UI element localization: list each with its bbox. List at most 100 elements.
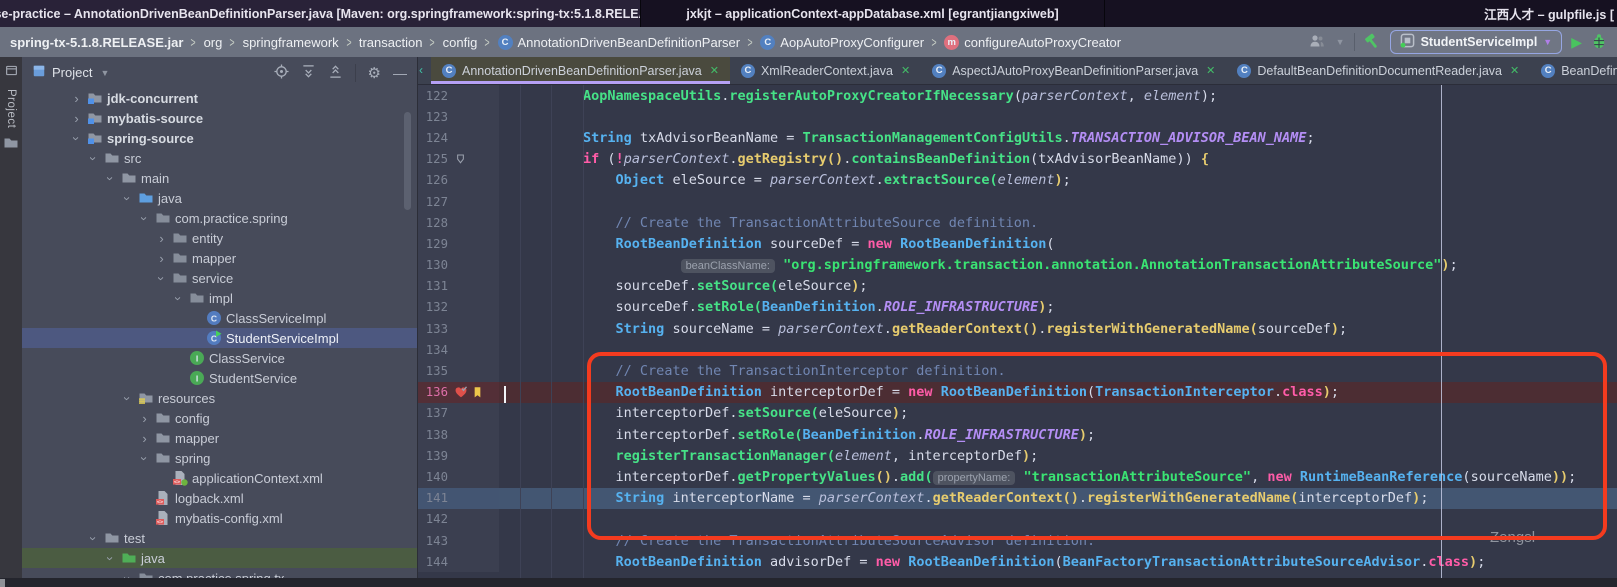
- editor-line-129[interactable]: 129 RootBeanDefinition sourceDef = new R…: [418, 233, 1617, 254]
- chevron-closed-icon[interactable]: ›: [70, 111, 83, 126]
- tab-AnnotationDrivenBeanDefinitionParser.java[interactable]: CAnnotationDrivenBeanDefinitionParser.ja…: [431, 57, 730, 84]
- tree-row-test[interactable]: ›test: [22, 528, 417, 548]
- editor-line-134[interactable]: 134: [418, 339, 1617, 360]
- line-number[interactable]: 127: [418, 195, 448, 209]
- editor-line-133[interactable]: 133 String sourceName = parserContext.ge…: [418, 318, 1617, 339]
- chevron-open-icon[interactable]: ›: [120, 192, 135, 205]
- tree-row-config[interactable]: ›config: [22, 408, 417, 428]
- expand-all-icon[interactable]: [301, 64, 316, 82]
- line-number[interactable]: 138: [418, 428, 448, 442]
- chevron-open-icon[interactable]: ›: [137, 452, 152, 465]
- run-play-icon[interactable]: ▶: [1571, 34, 1582, 51]
- window-title-third[interactable]: 江西人才 – gulpfile.js [: [1105, 0, 1617, 27]
- breadcrumb-item-transaction[interactable]: transaction: [357, 33, 425, 52]
- run-configuration-select[interactable]: StudentServiceImpl ▼: [1390, 30, 1563, 54]
- users-icon[interactable]: [1309, 33, 1325, 52]
- line-number[interactable]: 128: [418, 216, 448, 230]
- editor-line-122[interactable]: 122 AopNamespaceUtils.registerAutoProxyC…: [418, 85, 1617, 106]
- breadcrumb-item-AnnotationDrivenBeanDefinitionParser[interactable]: CAnnotationDrivenBeanDefinitionParser: [496, 33, 743, 52]
- collapse-all-icon[interactable]: [328, 64, 343, 82]
- chevron-closed-icon[interactable]: ›: [138, 431, 151, 446]
- line-number[interactable]: 136: [418, 385, 448, 399]
- line-number[interactable]: 129: [418, 237, 448, 251]
- chevron-open-icon[interactable]: ›: [120, 392, 135, 405]
- breadcrumb-item-springframework[interactable]: springframework: [241, 33, 341, 52]
- tab-scroll-icon[interactable]: ‹: [419, 63, 423, 77]
- project-view-title[interactable]: Project: [52, 65, 92, 80]
- tree-row-java[interactable]: ›java: [22, 548, 417, 568]
- tree-row-ClassService[interactable]: IClassService: [22, 348, 417, 368]
- chevron-open-icon[interactable]: ›: [137, 212, 152, 225]
- chevron-down-icon[interactable]: ▼: [100, 68, 109, 78]
- breadcrumb-item-AopAutoProxyConfigurer[interactable]: CAopAutoProxyConfigurer: [758, 33, 926, 52]
- close-icon[interactable]: ✕: [901, 64, 910, 77]
- tree-row-mapper[interactable]: ›mapper: [22, 248, 417, 268]
- line-number[interactable]: 134: [418, 343, 448, 357]
- editor-line-136[interactable]: 136 RootBeanDefinition interceptorDef = …: [418, 382, 1617, 403]
- editor-line-137[interactable]: 137 interceptorDef.setSource(eleSource);: [418, 403, 1617, 424]
- line-number[interactable]: 133: [418, 322, 448, 336]
- line-number[interactable]: 143: [418, 534, 448, 548]
- build-hammer-icon[interactable]: [1364, 32, 1381, 52]
- tree-row-ClassServiceImpl[interactable]: CClassServiceImpl: [22, 308, 417, 328]
- tree-row-service[interactable]: ›service: [22, 268, 417, 288]
- chevron-open-icon[interactable]: ›: [103, 552, 118, 565]
- tab-DefaultBeanDefinitionDocumentReader.java[interactable]: CDefaultBeanDefinitionDocumentReader.jav…: [1226, 57, 1530, 84]
- chevron-open-icon[interactable]: ›: [103, 172, 118, 185]
- tree-row-main[interactable]: ›main: [22, 168, 417, 188]
- editor-line-128[interactable]: 128 // Create the TransactionAttributeSo…: [418, 212, 1617, 233]
- editor-line-124[interactable]: 124 String txAdvisorBeanName = Transacti…: [418, 127, 1617, 148]
- locate-icon[interactable]: [274, 64, 289, 82]
- breadcrumb-item-config[interactable]: config: [441, 33, 480, 52]
- tree-row-src[interactable]: ›src: [22, 148, 417, 168]
- close-icon[interactable]: ✕: [1206, 64, 1215, 77]
- tree-row-StudentService[interactable]: IStudentService: [22, 368, 417, 388]
- tab-XmlReaderContext.java[interactable]: CXmlReaderContext.java✕: [730, 57, 921, 84]
- chevron-open-icon[interactable]: ›: [171, 292, 186, 305]
- editor-line-144[interactable]: 144 RootBeanDefinition advisorDef = new …: [418, 551, 1617, 572]
- tree-row-spring[interactable]: ›spring: [22, 448, 417, 468]
- hide-panel-icon[interactable]: —: [393, 65, 407, 81]
- tree-row-mybatis-source[interactable]: ›mybatis-source: [22, 108, 417, 128]
- line-number[interactable]: 135: [418, 364, 448, 378]
- editor-line-130[interactable]: 130 beanClassName: "org.springframework.…: [418, 255, 1617, 276]
- line-number[interactable]: 142: [418, 512, 448, 526]
- line-number[interactable]: 132: [418, 300, 448, 314]
- editor-line-139[interactable]: 139 registerTransactionManager(element, …: [418, 445, 1617, 466]
- line-number[interactable]: 125: [418, 152, 448, 166]
- line-number[interactable]: 131: [418, 279, 448, 293]
- editor-line-126[interactable]: 126 Object eleSource = parserContext.ext…: [418, 170, 1617, 191]
- breadcrumb-item-org[interactable]: org: [202, 33, 225, 52]
- chevron-closed-icon[interactable]: ›: [155, 231, 168, 246]
- line-number[interactable]: 130: [418, 258, 448, 272]
- close-icon[interactable]: ✕: [710, 64, 719, 77]
- chevron-open-icon[interactable]: ›: [86, 532, 101, 545]
- tree-scrollbar[interactable]: [404, 112, 411, 210]
- tree-row-java[interactable]: ›java: [22, 188, 417, 208]
- chevron-open-icon[interactable]: ›: [86, 152, 101, 165]
- window-title-intellij[interactable]: base-practice – AnnotationDrivenBeanDefi…: [0, 0, 640, 27]
- tree-row-entity[interactable]: ›entity: [22, 228, 417, 248]
- editor-line-127[interactable]: 127: [418, 191, 1617, 212]
- editor-line-125[interactable]: 125 if (!parserContext.getRegistry().con…: [418, 149, 1617, 170]
- tab-BeanDefinitionParserDelegate.java[interactable]: CBeanDefinitionParserDelegate.java: [1530, 57, 1617, 84]
- folder-icon[interactable]: [3, 135, 19, 156]
- chevron-closed-icon[interactable]: ›: [155, 251, 168, 266]
- line-number[interactable]: 122: [418, 89, 448, 103]
- editor-line-141[interactable]: 141 String interceptorName = parserConte…: [418, 488, 1617, 509]
- debug-bug-icon[interactable]: [1591, 33, 1607, 52]
- chevron-closed-icon[interactable]: ›: [70, 91, 83, 106]
- line-number[interactable]: 137: [418, 406, 448, 420]
- editor-line-143[interactable]: 143 // Create the TransactionAttributeSo…: [418, 530, 1617, 551]
- line-number[interactable]: 144: [418, 555, 448, 569]
- editor-line-138[interactable]: 138 interceptorDef.setRole(BeanDefinitio…: [418, 424, 1617, 445]
- breadcrumb-item-configureAutoProxyCreator[interactable]: mconfigureAutoProxyCreator: [942, 33, 1123, 52]
- chevron-open-icon[interactable]: ›: [69, 132, 84, 145]
- gear-icon[interactable]: ⚙: [368, 64, 381, 82]
- tree-row-StudentServiceImpl[interactable]: CStudentServiceImpl: [22, 328, 417, 348]
- line-number[interactable]: 124: [418, 131, 448, 145]
- close-icon[interactable]: ✕: [1510, 64, 1519, 77]
- tree-row-applicationContext.xml[interactable]: <>applicationContext.xml: [22, 468, 417, 488]
- tree-row-resources[interactable]: ›resources: [22, 388, 417, 408]
- line-number[interactable]: 126: [418, 173, 448, 187]
